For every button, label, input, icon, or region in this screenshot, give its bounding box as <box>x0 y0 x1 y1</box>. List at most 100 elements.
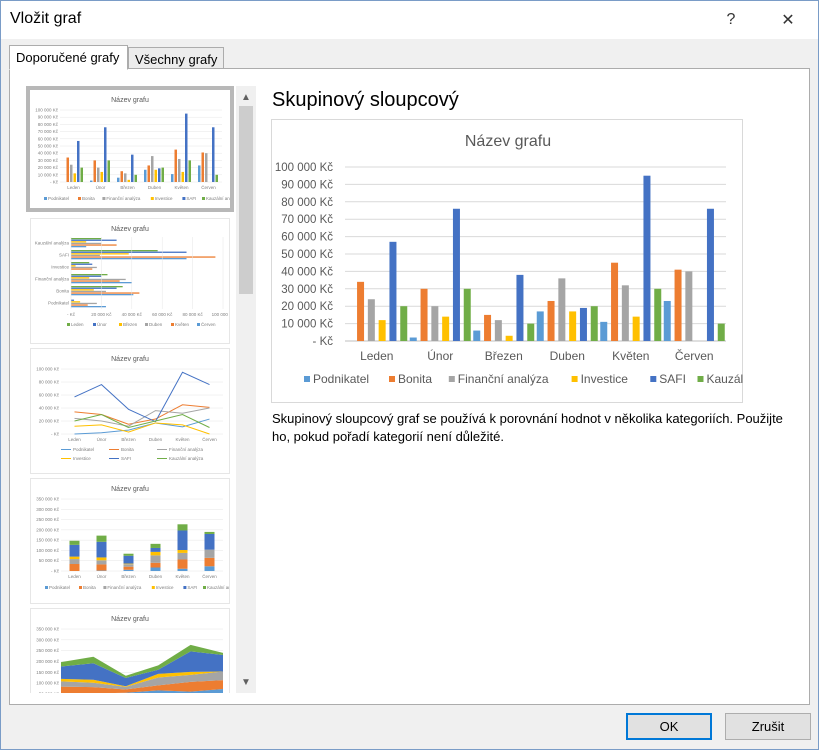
bar <box>117 177 120 182</box>
x-tick-label: Únor <box>427 348 453 363</box>
bar <box>107 160 110 182</box>
series-line <box>74 404 210 425</box>
x-tick-label: 20 000 Kč <box>91 312 112 317</box>
legend-swatch <box>102 197 106 200</box>
legend-label: Podnikatel <box>73 447 94 452</box>
bar <box>663 300 671 341</box>
y-tick-label: 350 000 Kč <box>36 497 60 502</box>
bar <box>611 262 619 341</box>
tab-all-charts[interactable]: Všechny grafy <box>128 47 224 69</box>
bar <box>71 274 108 276</box>
y-tick-label: 100 000 Kč <box>36 548 60 553</box>
insert-chart-dialog: Vložit graf ? ✕ Doporučené grafy Všechny… <box>0 0 819 750</box>
chart-thumbnail-line[interactable]: Název grafu - Kč 20 000 Kč 40 000 Kč 60 000 … <box>30 348 230 474</box>
scrollbar-thumb[interactable] <box>239 106 253 294</box>
bar <box>685 271 693 341</box>
legend-label: Finanční analýza <box>106 196 141 201</box>
chart-thumbnail-bar[interactable]: Název grafu Kauzální analýza SAFI Investice… <box>30 218 230 344</box>
legend-swatch <box>67 323 70 326</box>
bar <box>71 278 126 281</box>
legend-swatch <box>93 323 96 326</box>
y-tick-label: Kauzální analýza <box>35 241 70 246</box>
bar <box>643 175 651 341</box>
bar <box>442 316 450 341</box>
y-tick-label: 10 000 Kč <box>38 172 59 177</box>
legend-label: SAFI <box>659 372 686 386</box>
ok-button[interactable]: OK <box>626 713 712 740</box>
thumbnail-title: Název grafu <box>111 226 149 233</box>
bar <box>71 262 90 264</box>
y-tick-label: Bonita <box>56 289 69 294</box>
chart-thumbnail-stacked[interactable]: Název grafu - Kč 50 000 Kč 100 000 Kč 150 00… <box>30 478 230 604</box>
tab-recommended-charts[interactable]: Doporučené grafy <box>9 45 128 70</box>
bar <box>212 127 215 182</box>
legend-swatch <box>448 376 455 382</box>
bar <box>215 174 218 182</box>
bar <box>177 568 188 571</box>
bar <box>181 171 184 182</box>
legend-label: SAFI <box>121 456 131 461</box>
bar <box>66 157 69 182</box>
thumbnail-chart: Název grafu - Kč 50 000 Kč 100 000 Kč 150 00… <box>36 486 229 590</box>
series-line <box>74 407 210 427</box>
column-chart: Název grafu - Kč 10 000 Kč 20 000 Kč 30 000 … <box>275 133 798 386</box>
bar <box>463 288 471 341</box>
scroll-up-icon[interactable]: ▲ <box>236 88 256 106</box>
bar <box>71 256 216 258</box>
y-tick-label: 20 000 Kč <box>38 165 59 170</box>
scroll-down-icon[interactable]: ▼ <box>236 673 256 691</box>
legend-label: Investice <box>73 456 91 461</box>
y-tick-label: 60 000 Kč <box>281 232 333 244</box>
bar <box>204 566 215 571</box>
x-tick-label: Červen <box>202 436 217 442</box>
legend-swatch <box>304 376 310 382</box>
y-tick-label: Finanční analýza <box>35 277 70 282</box>
thumbnail-title: Název grafu <box>111 616 149 623</box>
help-button[interactable]: ? <box>715 5 747 35</box>
thumbnail-scrollbar[interactable]: ▲ ▼ <box>236 86 256 693</box>
legend-swatch <box>389 376 395 382</box>
bar <box>177 559 188 569</box>
x-tick-label: Leden <box>360 349 393 363</box>
cancel-button[interactable]: Zrušit <box>725 713 811 740</box>
bar <box>71 254 100 257</box>
y-tick-label: 50 000 Kč <box>38 144 59 149</box>
chart-preview: Název grafu - Kč 10 000 Kč 20 000 Kč 30 000 … <box>271 119 798 403</box>
y-tick-label: 50 000 Kč <box>39 692 60 694</box>
y-tick-label: 300 000 Kč <box>36 507 60 512</box>
bar <box>71 244 117 246</box>
y-tick-label: 70 000 Kč <box>38 129 59 134</box>
bar <box>123 564 134 567</box>
chart-thumbnail-column[interactable]: Název grafu - Kč 10 000 Kč 20 000 Kč 30 000 … <box>26 86 234 212</box>
bar <box>69 540 80 545</box>
bar <box>204 533 215 550</box>
recommended-charts-panel: Název grafu - Kč 10 000 Kč 20 000 Kč 30 000 … <box>9 68 810 705</box>
x-tick-label: Březen <box>121 574 136 579</box>
legend-swatch <box>171 323 174 326</box>
y-tick-label: 40 000 Kč <box>39 406 60 411</box>
x-tick-label: Leden <box>68 574 81 579</box>
bar <box>400 306 408 341</box>
bar <box>127 179 130 182</box>
bar <box>177 524 188 531</box>
bar <box>123 553 134 556</box>
x-tick-label: 40 000 Kč <box>122 312 143 317</box>
bar <box>71 287 117 289</box>
bar <box>147 165 150 182</box>
bar <box>69 559 80 565</box>
close-button[interactable]: ✕ <box>772 5 804 35</box>
bar <box>150 547 161 552</box>
bar <box>71 253 129 255</box>
legend-label: Leden <box>71 322 84 327</box>
bar <box>204 557 215 567</box>
legend-swatch <box>119 323 122 326</box>
bar <box>150 543 161 548</box>
x-tick-label: Březen <box>121 437 136 442</box>
bar <box>198 165 201 182</box>
x-tick-label: Březen <box>485 349 523 363</box>
chart-thumbnail-area[interactable]: Název grafu 50 000 Kč 100 000 Kč 150 000 Kč… <box>30 608 230 693</box>
bar <box>71 289 94 291</box>
legend-label: Kauzální analýza <box>206 196 230 201</box>
thumbnail-title: Název grafu <box>111 486 149 493</box>
bar <box>71 277 90 279</box>
